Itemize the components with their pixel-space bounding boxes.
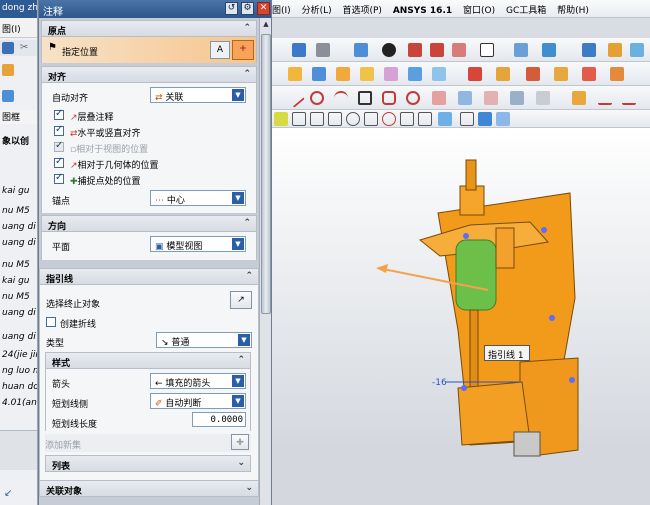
leader-arrowhead — [376, 264, 388, 273]
leader-note-label[interactable]: 指引线 1 — [484, 345, 530, 361]
dimension-text: -16 — [432, 378, 447, 388]
model-body[interactable] — [418, 159, 579, 457]
cad-model[interactable] — [0, 0, 650, 505]
